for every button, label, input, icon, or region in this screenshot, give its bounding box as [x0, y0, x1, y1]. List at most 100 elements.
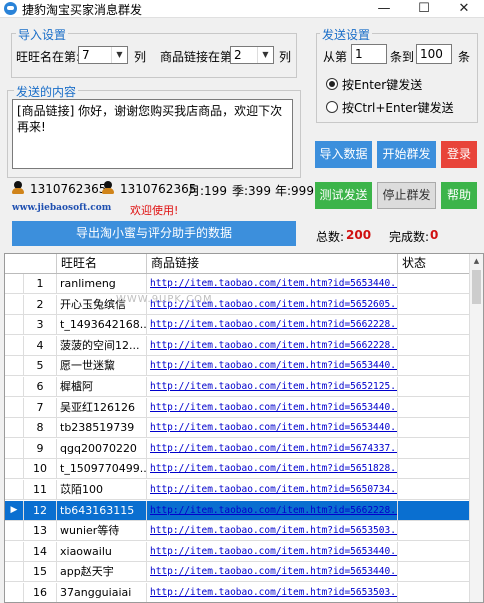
link-cell[interactable]: http://item.taobao.com/item.htm?id=56521…	[147, 377, 398, 396]
nick-cell[interactable]: tb238519739	[57, 418, 147, 438]
link-cell[interactable]: http://item.taobao.com/item.htm?id=56518…	[147, 459, 398, 479]
table-row[interactable]: 11 苡陌100 http://item.taobao.com/item.htm?i…	[5, 480, 471, 500]
export-data-button[interactable]: 导出淘小蜜与评分助手的数据	[12, 221, 296, 246]
link-cell[interactable]: http://item.taobao.com/item.htm?id=56535…	[147, 583, 398, 602]
link-cell[interactable]: http://item.taobao.com/item.htm?id=56534…	[147, 397, 398, 417]
link-cell[interactable]: http://item.taobao.com/item.htm?id=56534…	[147, 274, 398, 293]
message-textarea[interactable]: [商品链接] 你好，谢谢您购买我店商品，欢迎下次再来!	[12, 99, 293, 169]
status-cell	[398, 274, 471, 293]
status-cell	[398, 397, 471, 417]
website-link[interactable]: www.jiebaosoft.com	[12, 203, 111, 213]
qq-icon	[12, 181, 24, 194]
table-row[interactable]: 10 t_1509770499... http://item.taobao.com/…	[5, 459, 471, 480]
link-column-label: 商品链接在第:	[160, 50, 237, 64]
header-row-number[interactable]	[5, 254, 57, 273]
test-send-button[interactable]: 测试发送	[315, 182, 372, 209]
nick-cell[interactable]: ranlimeng	[57, 274, 147, 293]
start-mass-send-button[interactable]: 开始群发	[377, 141, 436, 168]
table-row[interactable]: 13 wunier等待 http://item.taobao.com/item.ht…	[5, 521, 471, 542]
nick-cell[interactable]: 吴亚红126126	[57, 397, 147, 417]
status-cell	[398, 438, 471, 458]
link-cell[interactable]: http://item.taobao.com/item.htm?id=56622…	[147, 500, 398, 520]
scroll-up-icon[interactable]: ▲	[470, 254, 483, 268]
table-row[interactable]: 9 qgq20070220 http://item.taobao.com/item.…	[5, 438, 471, 459]
from-label: 从第	[323, 50, 348, 64]
table-row[interactable]: 6 樨樝阿 http://item.taobao.com/item.htm?id=5…	[5, 377, 471, 397]
table-row[interactable]: 2 开心玉兔缤信 http://item.taobao.com/item.htm?i…	[5, 294, 471, 315]
minimize-button[interactable]: —	[364, 0, 404, 17]
table-row[interactable]: ▶ 12 tb643163115 http://item.taobao.com/ite…	[5, 500, 471, 521]
nick-cell[interactable]: t_1493642168...	[57, 315, 147, 335]
link-cell[interactable]: http://item.taobao.com/item.htm?id=56534…	[147, 418, 398, 438]
login-button[interactable]: 登录	[441, 141, 477, 168]
row-pointer-icon	[5, 541, 24, 561]
header-link[interactable]: 商品链接	[147, 254, 398, 273]
link-cell[interactable]: http://item.taobao.com/item.htm?id=56534…	[147, 541, 398, 561]
link-cell[interactable]: http://item.taobao.com/item.htm?id=56534…	[147, 562, 398, 582]
price-season: 季:399	[232, 184, 271, 198]
row-pointer-icon	[5, 315, 24, 335]
status-cell	[398, 335, 471, 355]
table-row[interactable]: 8 tb238519739 http://item.taobao.com/item.…	[5, 418, 471, 439]
scrollbar-thumb[interactable]	[472, 270, 481, 304]
chevron-down-icon: ▼	[257, 47, 273, 63]
nick-cell[interactable]: 愿一世迷黧	[57, 356, 147, 376]
link-cell[interactable]: http://item.taobao.com/item.htm?id=56507…	[147, 480, 398, 499]
row-pointer-icon	[5, 356, 24, 376]
nick-cell[interactable]: wunier等待	[57, 521, 147, 541]
vertical-scrollbar[interactable]: ▲	[469, 254, 483, 602]
price-year: 年:999	[275, 184, 314, 198]
table-row[interactable]: 3 t_1493642168... http://item.taobao.com/i…	[5, 315, 471, 336]
total-value: 200	[346, 228, 372, 242]
header-status[interactable]: 状态	[398, 254, 471, 273]
table-row[interactable]: 14 xiaowailu http://item.taobao.com/item.h…	[5, 541, 471, 562]
header-nick[interactable]: 旺旺名	[57, 254, 147, 273]
nick-cell[interactable]: qgq20070220	[57, 438, 147, 458]
nick-cell[interactable]: tb643163115	[57, 500, 147, 520]
ctrl-enter-send-radio[interactable]	[326, 101, 338, 113]
link-cell[interactable]: http://item.taobao.com/item.htm?id=56534…	[147, 356, 398, 376]
row-number: 14	[24, 541, 57, 561]
row-number: 15	[24, 562, 57, 582]
help-button[interactable]: 帮助	[441, 182, 477, 209]
link-column-unit: 列	[279, 50, 292, 64]
data-grid[interactable]: 旺旺名 商品链接 状态 1 ranlimeng http://item.taobao…	[4, 253, 484, 603]
row-number: 11	[24, 480, 57, 499]
qq-number-1[interactable]: 1310762365	[30, 182, 106, 196]
close-button[interactable]: ✕	[444, 0, 484, 17]
link-cell[interactable]: http://item.taobao.com/item.htm?id=56535…	[147, 521, 398, 541]
stop-mass-send-button[interactable]: 停止群发	[377, 182, 436, 209]
nick-column-select[interactable]: 7 ▼	[78, 46, 128, 64]
row-number: 2	[24, 294, 57, 314]
row-number: 3	[24, 315, 57, 335]
enter-send-radio[interactable]	[326, 78, 338, 90]
link-cell[interactable]: http://item.taobao.com/item.htm?id=56622…	[147, 335, 398, 355]
qq-number-2[interactable]: 1310762365	[120, 182, 196, 196]
table-row[interactable]: 5 愿一世迷黧 http://item.taobao.com/item.htm?id…	[5, 356, 471, 377]
table-row[interactable]: 4 菠菠的空间12... http://item.taobao.com/item.h…	[5, 335, 471, 356]
from-input[interactable]: 1	[351, 44, 387, 64]
status-cell	[398, 562, 471, 582]
table-row[interactable]: 15 app赵天宇 http://item.taobao.com/item.htm?…	[5, 562, 471, 583]
nick-cell[interactable]: 樨樝阿	[57, 377, 147, 396]
table-row[interactable]: 16 37angguiaiai http://item.taobao.com/ite…	[5, 583, 471, 602]
maximize-button[interactable]: ☐	[404, 0, 444, 17]
nick-cell[interactable]: 菠菠的空间12...	[57, 335, 147, 355]
table-row[interactable]: 1 ranlimeng http://item.taobao.com/item.ht…	[5, 274, 471, 294]
table-row[interactable]: 7 吴亚红126126 http://item.taobao.com/item.ht…	[5, 397, 471, 418]
row-number: 6	[24, 377, 57, 396]
nick-cell[interactable]: xiaowailu	[57, 541, 147, 561]
row-number: 13	[24, 521, 57, 541]
watermark: WWW.9UPK.COM	[116, 294, 213, 305]
import-data-button[interactable]: 导入数据	[315, 141, 372, 168]
nick-cell[interactable]: app赵天宇	[57, 562, 147, 582]
nick-cell[interactable]: 苡陌100	[57, 480, 147, 499]
link-column-select[interactable]: 2 ▼	[230, 46, 274, 64]
link-cell[interactable]: http://item.taobao.com/item.htm?id=56622…	[147, 315, 398, 335]
nick-cell[interactable]: t_1509770499...	[57, 459, 147, 479]
nick-cell[interactable]: 37angguiaiai	[57, 583, 147, 602]
grid-header: 旺旺名 商品链接 状态	[5, 254, 471, 274]
to-input[interactable]: 100	[416, 44, 452, 64]
import-settings-title: 导入设置	[16, 26, 69, 43]
link-cell[interactable]: http://item.taobao.com/item.htm?id=56743…	[147, 438, 398, 458]
